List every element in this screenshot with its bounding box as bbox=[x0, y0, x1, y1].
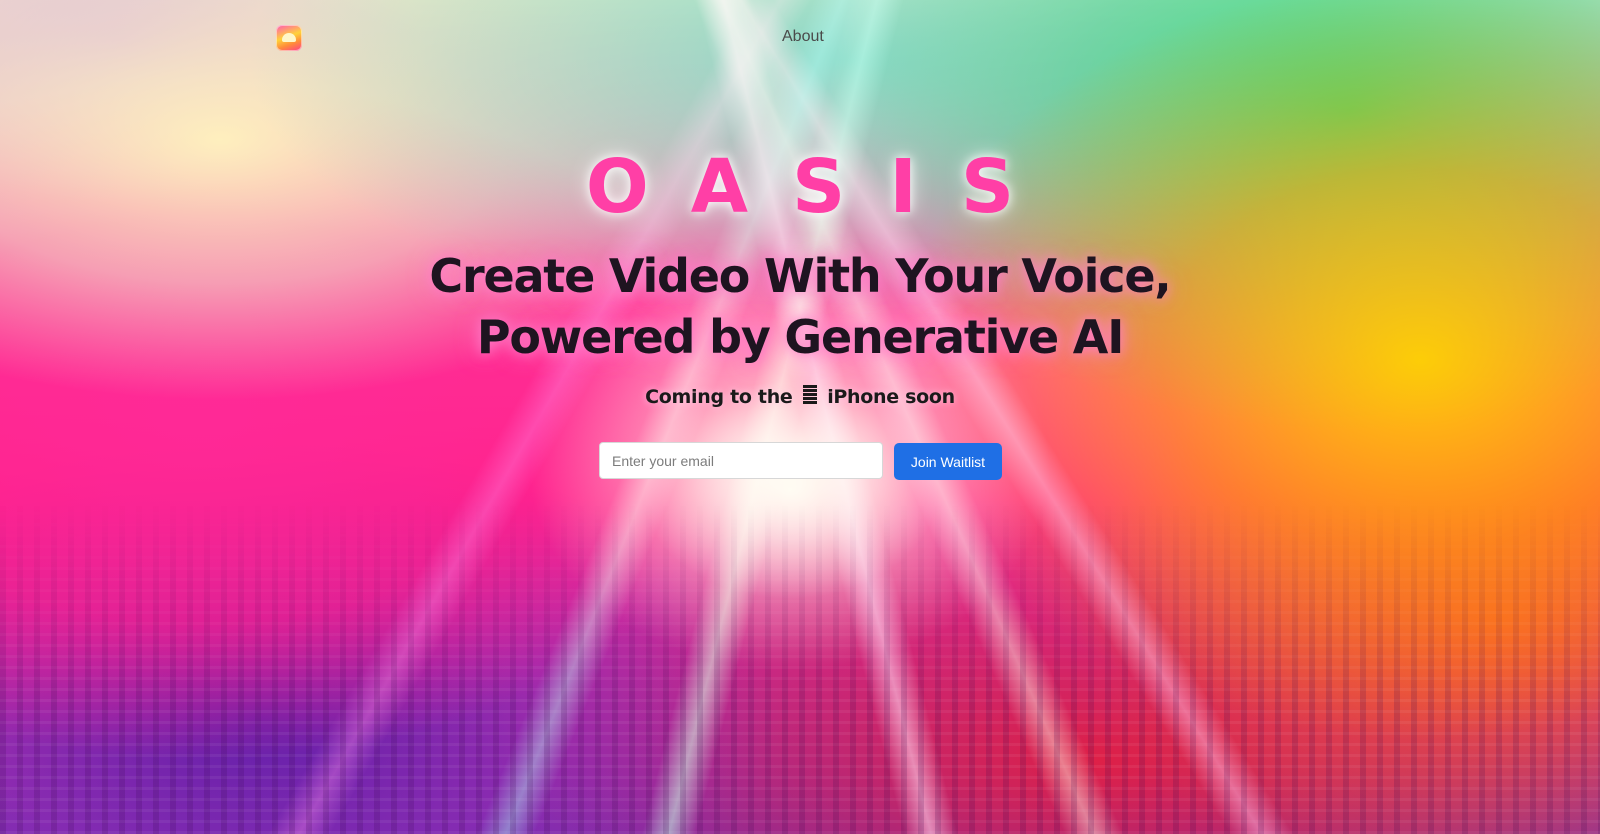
nav-about-link[interactable]: About bbox=[782, 28, 824, 46]
subline-text-before: Coming to the bbox=[645, 386, 793, 408]
headline-line-2: Powered by Generative AI bbox=[476, 310, 1124, 364]
hero-headline: Create Video With Your Voice, Powered by… bbox=[0, 246, 1600, 368]
landing-page: About OASIS Create Video With Your Voice… bbox=[0, 0, 1600, 834]
app-logo-icon[interactable] bbox=[276, 25, 302, 51]
subline-text-after: iPhone soon bbox=[827, 386, 955, 408]
headline-line-1: Create Video With Your Voice, bbox=[429, 249, 1171, 303]
join-waitlist-button[interactable]: Join Waitlist bbox=[894, 443, 1002, 480]
sun-icon bbox=[282, 33, 296, 42]
email-input[interactable] bbox=[599, 442, 883, 479]
apple-icon bbox=[802, 385, 817, 404]
hero-subline: Coming to the iPhone soon bbox=[0, 385, 1600, 408]
brand-wordmark: OASIS bbox=[585, 144, 1059, 230]
city-skyline bbox=[0, 504, 1600, 834]
